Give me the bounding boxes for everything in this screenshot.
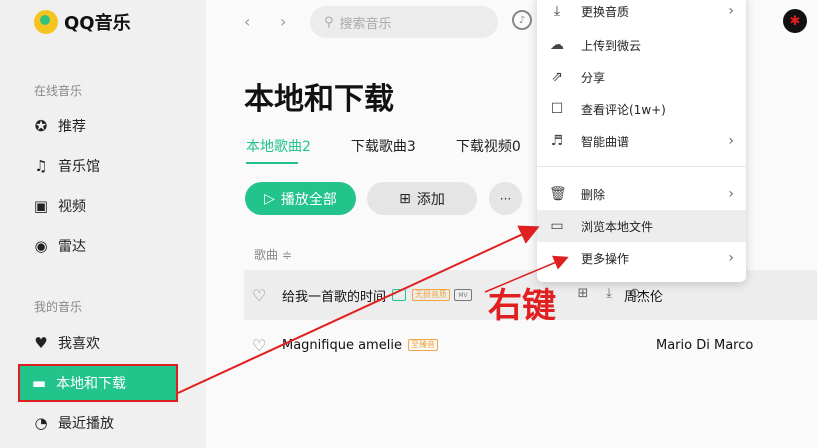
page-title: 本地和下载 xyxy=(244,82,394,117)
voice-search-icon[interactable]: ♪ xyxy=(512,10,532,30)
song-artist[interactable]: 周杰伦 xyxy=(624,286,663,305)
table-row[interactable]: ♡ Magnifique amelie 至臻音 Mario Di Marco xyxy=(244,320,817,370)
radar-icon: ◉ xyxy=(34,237,48,255)
mv-icon[interactable]: MV xyxy=(454,289,473,301)
tab-bar: 本地歌曲2 下载歌曲3 下载视频0 xyxy=(246,136,561,164)
star-circle-icon: ✪ xyxy=(34,117,48,135)
menu-item-comments[interactable]: ☐ 查看评论(1w+) xyxy=(537,93,746,125)
forward-icon[interactable]: › xyxy=(280,12,286,31)
heart-icon: ♥ xyxy=(34,334,48,352)
app-name: QQ音乐 xyxy=(64,13,131,34)
add-icon[interactable]: ⊞ xyxy=(574,286,592,301)
tab-downloaded-songs[interactable]: 下载歌曲3 xyxy=(351,136,416,164)
search-placeholder: 搜索音乐 xyxy=(339,16,392,32)
menu-item-label: 查看评论(1w+) xyxy=(581,102,666,117)
score-icon: ♬ xyxy=(550,133,564,149)
tab-local-songs[interactable]: 本地歌曲2 xyxy=(246,136,311,164)
sidebar-item-label: 最近播放 xyxy=(58,416,114,432)
song-artist[interactable]: Mario Di Marco xyxy=(656,338,753,353)
play-all-label: 播放全部 xyxy=(280,191,337,208)
menu-item-label: 更多操作 xyxy=(581,251,630,266)
video-icon: ▣ xyxy=(33,197,49,215)
add-button[interactable]: ⊞ 添加 xyxy=(367,182,477,215)
sidebar-item-label: 我喜欢 xyxy=(58,336,100,352)
song-title: Magnifique amelie xyxy=(282,337,402,353)
play-icon: ▷ xyxy=(264,190,275,207)
sidebar-item-favorites[interactable]: ♥ 我喜欢 xyxy=(22,325,178,361)
download-icon: ⤓ xyxy=(553,3,561,19)
sidebar-item-recommend[interactable]: ✪ 推荐 xyxy=(22,108,178,144)
search-input[interactable]: ⚲ 搜索音乐 xyxy=(310,6,498,38)
sidebar-item-label: 音乐馆 xyxy=(58,159,100,175)
sidebar-item-local-downloads[interactable]: ▬ 本地和下载 xyxy=(18,364,178,402)
trash-icon: 🗑 xyxy=(549,186,567,202)
annotation-label: 右键 xyxy=(488,286,556,326)
chevron-right-icon: › xyxy=(728,186,734,202)
plus-square-icon: ⊞ xyxy=(399,190,411,207)
qq-music-logo-icon xyxy=(34,10,58,34)
avatar[interactable]: ✱ xyxy=(783,9,807,33)
heart-outline-icon[interactable]: ♡ xyxy=(252,336,272,355)
sidebar-item-label: 推荐 xyxy=(58,119,86,135)
folder-icon: ▭ xyxy=(550,218,564,234)
chevron-right-icon: › xyxy=(728,133,734,149)
music-note-icon: ♫ xyxy=(34,157,48,175)
menu-item-share[interactable]: ⇗ 分享 xyxy=(537,61,746,93)
quality-tag xyxy=(392,289,407,301)
song-title: 给我一首歌的时间 xyxy=(282,289,387,305)
monitor-icon: ▬ xyxy=(31,374,47,392)
menu-item-label: 分享 xyxy=(581,70,606,85)
sidebar-item-label: 本地和下载 xyxy=(56,376,126,392)
app-logo[interactable]: QQ音乐 xyxy=(34,9,131,35)
search-icon: ⚲ xyxy=(324,14,334,30)
lossless-tag: 无损音质 xyxy=(412,289,451,301)
heart-outline-icon[interactable]: ♡ xyxy=(252,286,272,305)
clock-icon: ◔ xyxy=(34,414,48,432)
menu-item-label: 浏览本地文件 xyxy=(581,219,654,234)
menu-divider xyxy=(537,166,746,167)
online-music-label: 在线音乐 xyxy=(34,84,83,98)
column-header-song[interactable]: 歌曲 ≑ xyxy=(254,246,292,263)
sidebar-item-recent[interactable]: ◔ 最近播放 xyxy=(22,405,178,441)
menu-item-label: 上传到微云 xyxy=(581,38,642,53)
menu-item-label: 删除 xyxy=(581,187,606,202)
sidebar-item-label: 雷达 xyxy=(58,239,86,255)
download-done-icon[interactable]: ⤓ xyxy=(600,286,618,301)
tab-downloaded-videos[interactable]: 下载视频0 xyxy=(456,136,521,164)
menu-item-smart-score[interactable]: ♬ 智能曲谱 › xyxy=(537,125,746,157)
comment-icon: ☐ xyxy=(550,101,564,117)
chevron-right-icon: › xyxy=(728,250,734,266)
sidebar-item-music-hall[interactable]: ♫ 音乐馆 xyxy=(22,148,178,184)
sidebar-item-video[interactable]: ▣ 视频 xyxy=(22,188,178,224)
quality-tag: 至臻音 xyxy=(407,339,438,351)
menu-item-change-quality[interactable]: ⤓ 更换音质 › xyxy=(537,0,746,27)
sidebar-item-label: 视频 xyxy=(58,199,86,215)
play-all-button[interactable]: ▷ 播放全部 xyxy=(245,182,356,215)
add-label: 添加 xyxy=(416,191,445,208)
menu-item-browse-local[interactable]: ▭ 浏览本地文件 xyxy=(537,210,746,242)
more-button[interactable]: ··· xyxy=(489,182,522,215)
sidebar: QQ音乐 在线音乐 ✪ 推荐 ♫ 音乐馆 ▣ 视频 ◉ 雷达 我的音乐 ♥ 我喜… xyxy=(0,0,206,448)
context-menu: ⤓ 更换音质 › ☁ 上传到微云 ⇗ 分享 ☐ 查看评论(1w+) ♬ 智能曲谱… xyxy=(537,0,746,282)
my-music-label: 我的音乐 xyxy=(34,300,83,314)
cloud-icon: ☁ xyxy=(550,37,564,53)
menu-item-delete[interactable]: 🗑 删除 › xyxy=(537,178,746,210)
back-icon[interactable]: ‹ xyxy=(244,12,250,31)
chevron-right-icon: › xyxy=(728,3,734,19)
menu-item-label: 智能曲谱 xyxy=(581,134,630,149)
sidebar-item-radar[interactable]: ◉ 雷达 xyxy=(22,228,178,264)
menu-item-more-actions[interactable]: 更多操作 › xyxy=(537,242,746,274)
menu-item-upload-weiyun[interactable]: ☁ 上传到微云 xyxy=(537,29,746,61)
share-icon: ⇗ xyxy=(551,69,563,85)
menu-item-label: 更换音质 xyxy=(581,4,630,19)
